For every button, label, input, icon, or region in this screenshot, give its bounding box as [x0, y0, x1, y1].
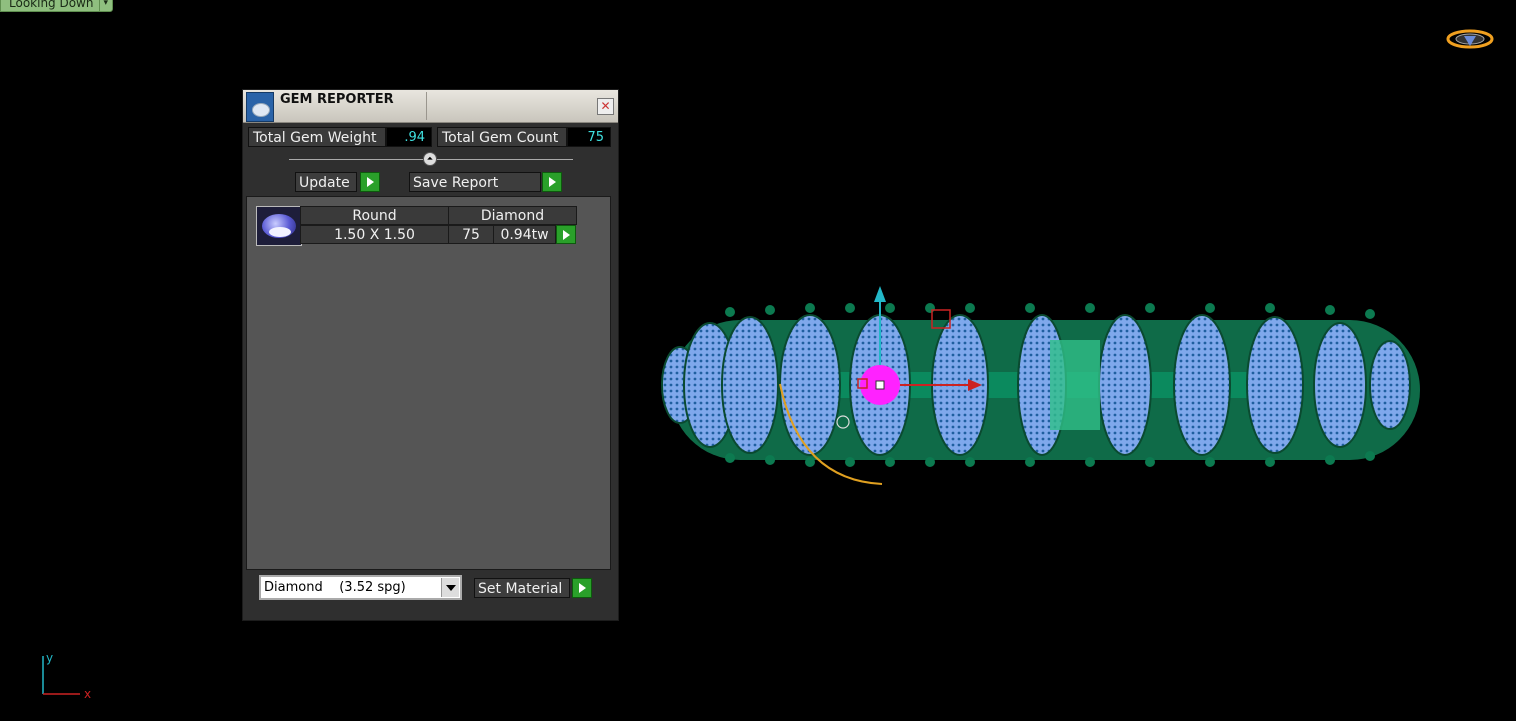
- close-button[interactable]: ✕: [597, 98, 614, 115]
- set-material-play-icon[interactable]: [572, 578, 592, 598]
- axis-indicator: y x: [42, 651, 91, 700]
- total-gem-count-label: Total Gem Count: [437, 127, 567, 147]
- panel-titlebar[interactable]: GEM REPORTER ✕: [243, 90, 618, 123]
- gem-reporter-panel: GEM REPORTER ✕ Total Gem Weight .94 Tota…: [242, 89, 619, 621]
- gem-logo-icon: [1446, 29, 1494, 49]
- total-gem-weight-value: .94: [386, 127, 432, 147]
- total-gem-weight-label: Total Gem Weight: [248, 127, 386, 147]
- gem-reporter-icon: [246, 92, 274, 122]
- gem-row-play-icon[interactable]: [556, 225, 576, 244]
- total-gem-count-value: 75: [567, 127, 611, 147]
- material-select-value: Diamond (3.52 spg): [264, 580, 406, 595]
- chevron-down-icon[interactable]: [441, 578, 459, 597]
- gem-size-cell: 1.50 X 1.50: [300, 225, 449, 244]
- view-dropdown-icon[interactable]: ▾: [99, 0, 108, 11]
- axis-x-label: x: [84, 687, 91, 700]
- panel-title: GEM REPORTER: [280, 92, 394, 107]
- save-report-button[interactable]: Save Report: [409, 172, 541, 192]
- ring-model[interactable]: [650, 280, 1440, 490]
- update-button[interactable]: Update: [295, 172, 357, 192]
- round-gem-icon[interactable]: [256, 206, 302, 246]
- titlebar-divider: [426, 92, 427, 120]
- material-select[interactable]: Diamond (3.52 spg): [259, 575, 462, 600]
- gem-material-cell: Diamond: [448, 206, 577, 225]
- gem-count-cell: 75: [448, 225, 494, 244]
- gem-weight-cell: 0.94tw: [493, 225, 556, 244]
- panel-slider-knob[interactable]: ⏶: [423, 152, 437, 166]
- set-material-button[interactable]: Set Material: [474, 578, 570, 598]
- view-label[interactable]: Looking Down ▾: [0, 0, 114, 12]
- gem-list: Round Diamond 1.50 X 1.50 75 0.94tw: [246, 196, 611, 570]
- update-play-icon[interactable]: [360, 172, 380, 192]
- view-label-text: Looking Down: [9, 0, 94, 10]
- gem-shape-cell: Round: [300, 206, 449, 225]
- axis-y-label: y: [46, 651, 53, 665]
- save-report-play-icon[interactable]: [542, 172, 562, 192]
